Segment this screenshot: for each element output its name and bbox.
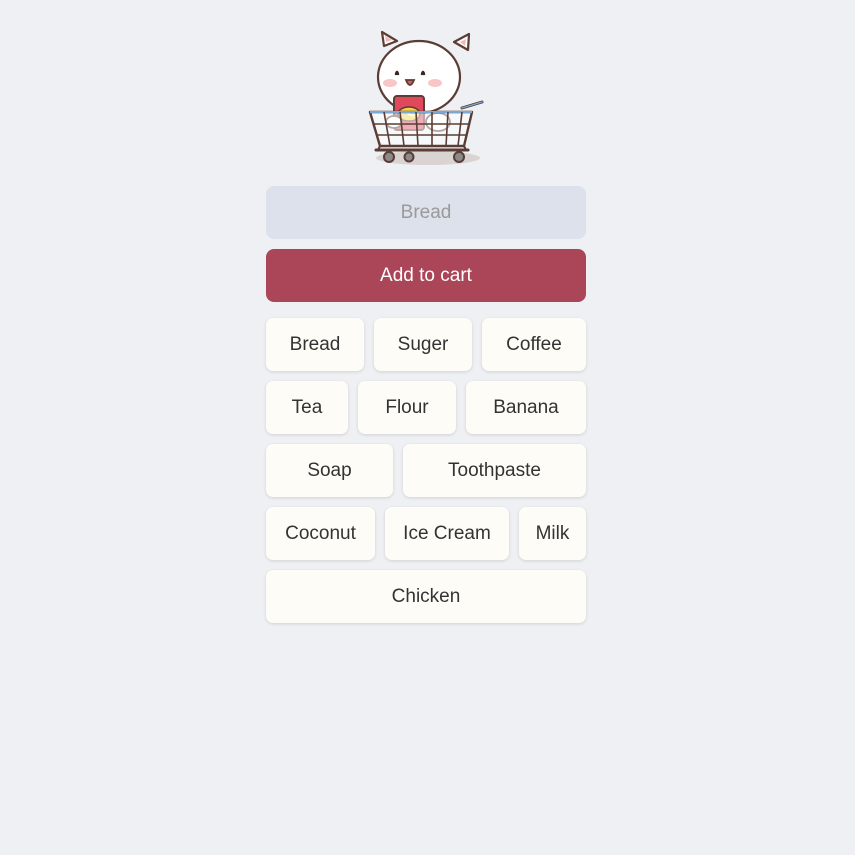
item-chip-bread[interactable]: Bread [266, 318, 364, 371]
item-input[interactable] [266, 186, 586, 239]
add-to-cart-button[interactable]: Add to cart [266, 249, 586, 302]
item-row: Soap Toothpaste [266, 444, 586, 497]
item-chip-banana[interactable]: Banana [466, 381, 586, 434]
item-row: Bread Suger Coffee [266, 318, 586, 371]
item-chip-milk[interactable]: Milk [519, 507, 586, 560]
item-chip-suger[interactable]: Suger [374, 318, 472, 371]
item-row: Chicken [266, 570, 586, 623]
item-row: Tea Flour Banana [266, 381, 586, 434]
item-chip-coffee[interactable]: Coffee [482, 318, 586, 371]
item-chip-soap[interactable]: Soap [266, 444, 393, 497]
item-chip-chicken[interactable]: Chicken [266, 570, 586, 623]
item-chip-ice-cream[interactable]: Ice Cream [385, 507, 509, 560]
item-row: Coconut Ice Cream Milk [266, 507, 586, 560]
item-chip-tea[interactable]: Tea [266, 381, 348, 434]
cat-in-cart-icon [368, 30, 484, 165]
item-chip-coconut[interactable]: Coconut [266, 507, 375, 560]
item-chip-flour[interactable]: Flour [358, 381, 456, 434]
item-chip-toothpaste[interactable]: Toothpaste [403, 444, 586, 497]
item-list: Bread Suger Coffee Tea Flour Banana Soap… [266, 318, 586, 633]
